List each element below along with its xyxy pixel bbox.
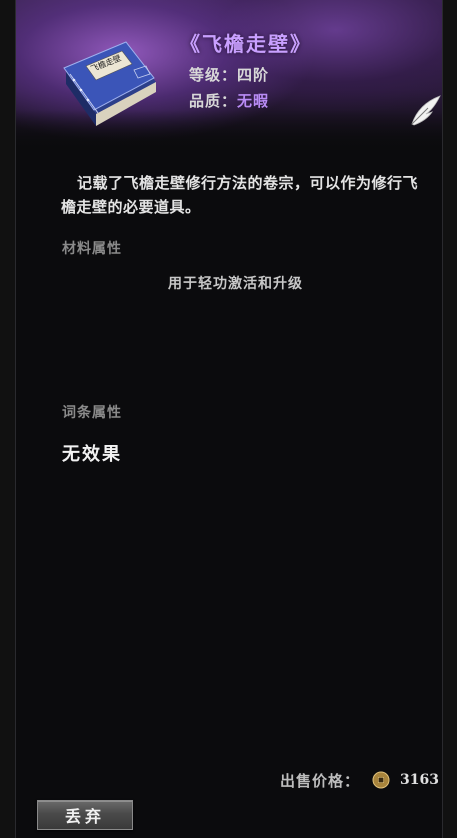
book-icon: 飞檐走壁 bbox=[56, 40, 166, 135]
material-section-label: 材料属性 bbox=[62, 241, 122, 257]
quality-value: 无暇 bbox=[237, 92, 270, 110]
grade-label: 等级： bbox=[189, 66, 238, 84]
grade-line: 等级：四阶 bbox=[189, 64, 269, 85]
item-title: 《飞檐走壁》 bbox=[180, 32, 312, 56]
feather-icon[interactable] bbox=[406, 90, 446, 130]
item-description: 记载了飞檐走壁修行方法的卷宗，可以作为修行飞檐走壁的必要道具。 bbox=[61, 174, 419, 216]
discard-button[interactable]: 丢弃 bbox=[37, 800, 133, 830]
affix-text: 无效果 bbox=[62, 444, 122, 465]
sell-price-row: 出售价格： 3163 bbox=[280, 769, 439, 791]
price-label: 出售价格： bbox=[280, 771, 361, 790]
quality-label: 品质： bbox=[189, 92, 238, 110]
item-tooltip-panel: 飞檐走壁 《飞檐走壁》 等级：四阶 品质：无暇 记载了飞檐走壁修行方法的卷宗，可… bbox=[15, 0, 443, 838]
affix-section-label: 词条属性 bbox=[62, 405, 122, 421]
coin-icon bbox=[372, 771, 390, 789]
material-text: 用于轻功激活和升级 bbox=[168, 276, 303, 292]
quality-line: 品质：无暇 bbox=[189, 90, 269, 111]
price-value: 3163 bbox=[400, 772, 439, 788]
grade-value: 四阶 bbox=[237, 66, 270, 84]
